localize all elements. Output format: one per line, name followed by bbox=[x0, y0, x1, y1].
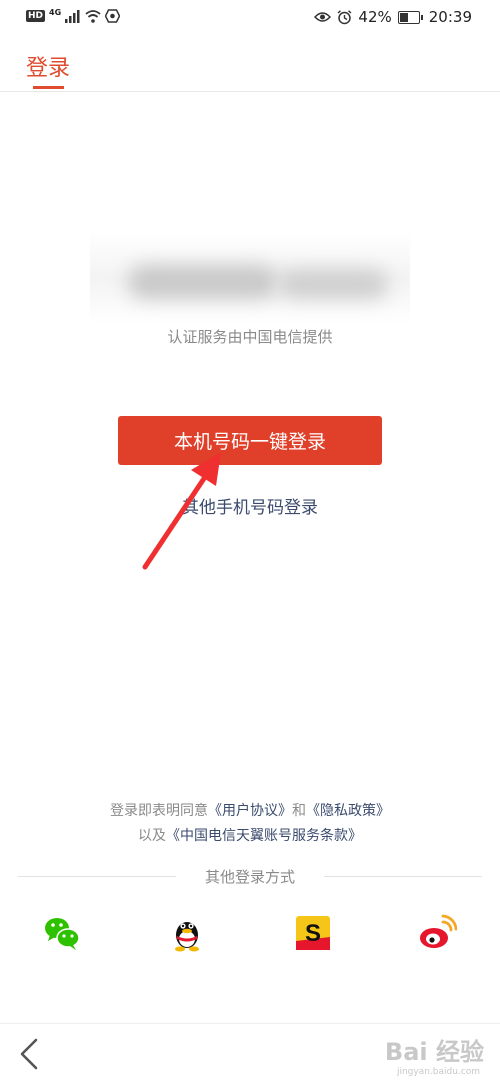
blurred-number-part bbox=[278, 269, 388, 299]
clock: 20:39 bbox=[428, 8, 472, 26]
privacy-policy-link[interactable]: 《隐私政策》 bbox=[306, 803, 390, 819]
app-header: 登录 bbox=[0, 36, 500, 92]
wechat-login-button[interactable] bbox=[42, 913, 82, 953]
sogou-icon: S bbox=[296, 916, 330, 950]
other-login-divider: 其他登录方式 bbox=[18, 864, 482, 888]
one-click-login-button[interactable]: 本机号码一键登录 bbox=[118, 416, 382, 465]
divider-line-right bbox=[324, 876, 482, 877]
other-phone-login-link[interactable]: 其他手机号码登录 bbox=[0, 493, 500, 518]
qq-login-button[interactable] bbox=[167, 913, 207, 953]
shield-icon bbox=[105, 9, 121, 23]
agreement-and: 和 bbox=[292, 803, 306, 819]
watermark-url: jingyan.baidu.com bbox=[396, 1067, 480, 1077]
wechat-icon bbox=[45, 918, 80, 950]
battery-icon bbox=[397, 10, 420, 24]
status-bar: HD 4G 42% 20:39 bbox=[0, 0, 500, 36]
sogou-login-button[interactable]: S bbox=[293, 913, 333, 953]
battery-level bbox=[399, 12, 409, 22]
qq-icon bbox=[175, 922, 199, 952]
agreement-prefix: 登录即表明同意 bbox=[110, 803, 208, 819]
masked-phone-number bbox=[90, 232, 410, 324]
blurred-number-part bbox=[128, 265, 278, 299]
battery-percent: 42% bbox=[358, 8, 392, 26]
bottom-navigation-bar: Bai 经验 jingyan.baidu.com bbox=[0, 1023, 500, 1084]
eye-icon bbox=[314, 12, 332, 22]
back-icon[interactable] bbox=[16, 1037, 42, 1071]
user-agreement-link[interactable]: 《用户协议》 bbox=[208, 803, 292, 819]
agreement-line-1: 登录即表明同意《用户协议》和《隐私政策》 bbox=[0, 799, 500, 824]
hd-badge: HD bbox=[26, 10, 46, 22]
provider-text: 认证服务由中国电信提供 bbox=[167, 328, 333, 346]
title-underline bbox=[33, 86, 64, 89]
agreement-text: 登录即表明同意《用户协议》和《隐私政策》 以及《中国电信天翼账号服务条款》 bbox=[0, 799, 500, 849]
network-type: 4G bbox=[49, 7, 62, 17]
svg-text:S: S bbox=[305, 920, 321, 947]
status-bar-right: 42% 20:39 bbox=[314, 8, 472, 26]
alarm-icon bbox=[337, 9, 352, 24]
telecom-terms-link[interactable]: 《中国电信天翼账号服务条款》 bbox=[166, 828, 362, 844]
agreement-line2-prefix: 以及 bbox=[138, 828, 166, 844]
watermark-logo: Bai 经验 bbox=[384, 1038, 484, 1066]
page-title: 登录 bbox=[26, 56, 71, 81]
weibo-login-button[interactable] bbox=[417, 913, 458, 953]
agreement-line-2: 以及《中国电信天翼账号服务条款》 bbox=[0, 824, 500, 849]
weibo-icon bbox=[420, 914, 458, 948]
wifi-icon bbox=[85, 9, 101, 23]
signal-icon bbox=[65, 9, 80, 23]
battery-tip bbox=[420, 14, 423, 20]
status-bar-left: HD 4G bbox=[26, 7, 121, 23]
